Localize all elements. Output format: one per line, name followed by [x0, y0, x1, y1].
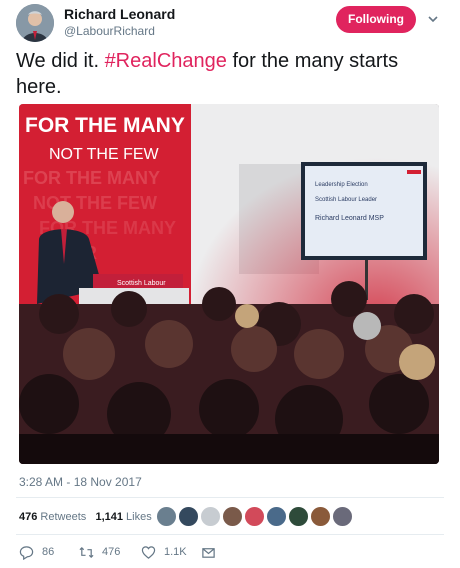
liker-avatar[interactable] — [244, 506, 265, 527]
like-count: 1.1K — [164, 546, 187, 558]
liker-avatar[interactable] — [332, 506, 353, 527]
heart-icon — [141, 545, 156, 559]
hashtag-link[interactable]: #RealChange — [105, 50, 227, 72]
tweet-actions: 86 476 1.1K — [0, 544, 460, 562]
podium-label: Scottish Labour — [117, 280, 166, 287]
screen-line3: Richard Leonard MSP — [315, 215, 384, 222]
retweets-count[interactable]: 476 — [19, 511, 37, 523]
tweet-text: We did it. #RealChange for the many star… — [16, 48, 436, 100]
liker-avatar[interactable] — [288, 506, 309, 527]
author-handle[interactable]: @LabourRichard — [64, 24, 155, 38]
engagement-stats: 476 Retweets 1,141 Likes — [19, 511, 152, 523]
following-button[interactable]: Following — [336, 6, 416, 33]
liker-avatar[interactable] — [156, 506, 177, 527]
banner-line2: NOT THE FEW — [49, 146, 160, 163]
reply-count: 86 — [42, 546, 55, 558]
tweet-timestamp[interactable]: 3:28 AM - 18 Nov 2017 — [19, 475, 142, 489]
banner-line1: FOR THE MANY — [25, 114, 185, 137]
divider — [16, 534, 444, 535]
liker-avatar[interactable] — [222, 506, 243, 527]
reply-button[interactable]: 86 — [19, 544, 54, 560]
dm-button[interactable] — [201, 544, 224, 560]
like-button[interactable]: 1.1K — [141, 544, 187, 560]
tweet-photo[interactable]: FOR THE MANY NOT THE FEW FOR THE MANY NO… — [19, 104, 439, 464]
likes-label[interactable]: Likes — [126, 511, 152, 523]
retweets-label[interactable]: Retweets — [40, 511, 86, 523]
tweet-text-start: We did it. — [16, 50, 105, 72]
liker-avatar[interactable] — [200, 506, 221, 527]
svg-text:NOT THE FEW: NOT THE FEW — [33, 193, 157, 213]
retweet-button[interactable]: 476 — [79, 544, 120, 560]
envelope-icon — [202, 547, 215, 558]
likes-count[interactable]: 1,141 — [95, 511, 123, 523]
liker-avatar[interactable] — [310, 506, 331, 527]
svg-text:FOR THE MANY: FOR THE MANY — [23, 168, 160, 188]
chevron-down-icon[interactable] — [426, 12, 440, 26]
screen-line1: Leadership Election — [315, 182, 368, 188]
screen-line2: Scottish Labour Leader — [315, 197, 377, 203]
reply-icon — [19, 545, 34, 560]
liker-avatar[interactable] — [178, 506, 199, 527]
retweet-icon — [79, 546, 94, 558]
liker-avatar[interactable] — [266, 506, 287, 527]
author-name[interactable]: Richard Leonard — [64, 6, 175, 22]
avatar[interactable] — [16, 4, 54, 42]
retweet-count: 476 — [102, 546, 121, 558]
divider — [16, 497, 444, 498]
